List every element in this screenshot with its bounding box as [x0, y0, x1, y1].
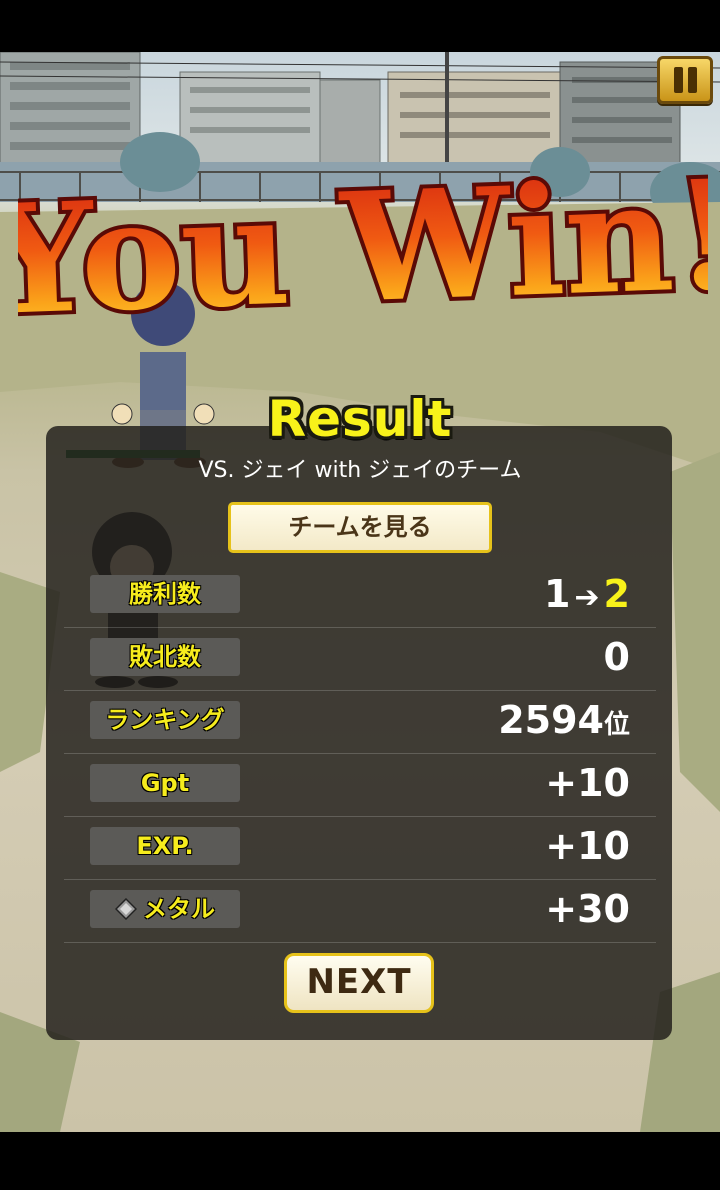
- losses-value: 0: [603, 635, 630, 679]
- gpt-label: Gpt: [90, 764, 240, 802]
- you-win-title: You Win!: [18, 150, 708, 350]
- wins-value: 1 ➔ 2: [544, 569, 630, 619]
- metal-value: +30: [545, 887, 630, 931]
- ranking-value: 2594位: [498, 695, 630, 745]
- result-heading: Result: [267, 390, 453, 448]
- view-team-button[interactable]: チームを見る: [228, 502, 492, 553]
- exp-value: +10: [545, 824, 630, 868]
- ranking-label: ランキング: [90, 701, 240, 739]
- row-exp: EXP. +10: [64, 817, 656, 880]
- row-wins: 勝利数 1 ➔ 2: [64, 565, 656, 628]
- ranking-unit: 位: [603, 710, 630, 740]
- wins-label: 勝利数: [90, 575, 240, 613]
- ranking-number: 2594: [498, 698, 604, 742]
- pause-icon: [674, 67, 683, 93]
- wins-new: 2: [603, 572, 630, 616]
- you-win-text: You Win!: [18, 150, 708, 349]
- next-button[interactable]: NEXT: [284, 953, 434, 1013]
- losses-label: 敗北数: [90, 638, 240, 676]
- metal-label: メタル: [143, 895, 215, 923]
- medal-icon: [115, 898, 137, 920]
- exp-label: EXP.: [90, 827, 240, 865]
- row-metal: メタル +30: [64, 880, 656, 943]
- row-gpt: Gpt +10: [64, 754, 656, 817]
- row-ranking: ランキング 2594位: [64, 691, 656, 754]
- arrow-right-icon: ➔: [574, 580, 600, 615]
- pause-button[interactable]: [657, 56, 713, 104]
- opponent-line: VS. ジェイ with ジェイのチーム: [198, 458, 522, 483]
- metal-label-box: メタル: [90, 890, 240, 928]
- wins-old: 1: [543, 572, 571, 616]
- gpt-value: +10: [545, 761, 630, 805]
- row-losses: 敗北数 0: [64, 628, 656, 691]
